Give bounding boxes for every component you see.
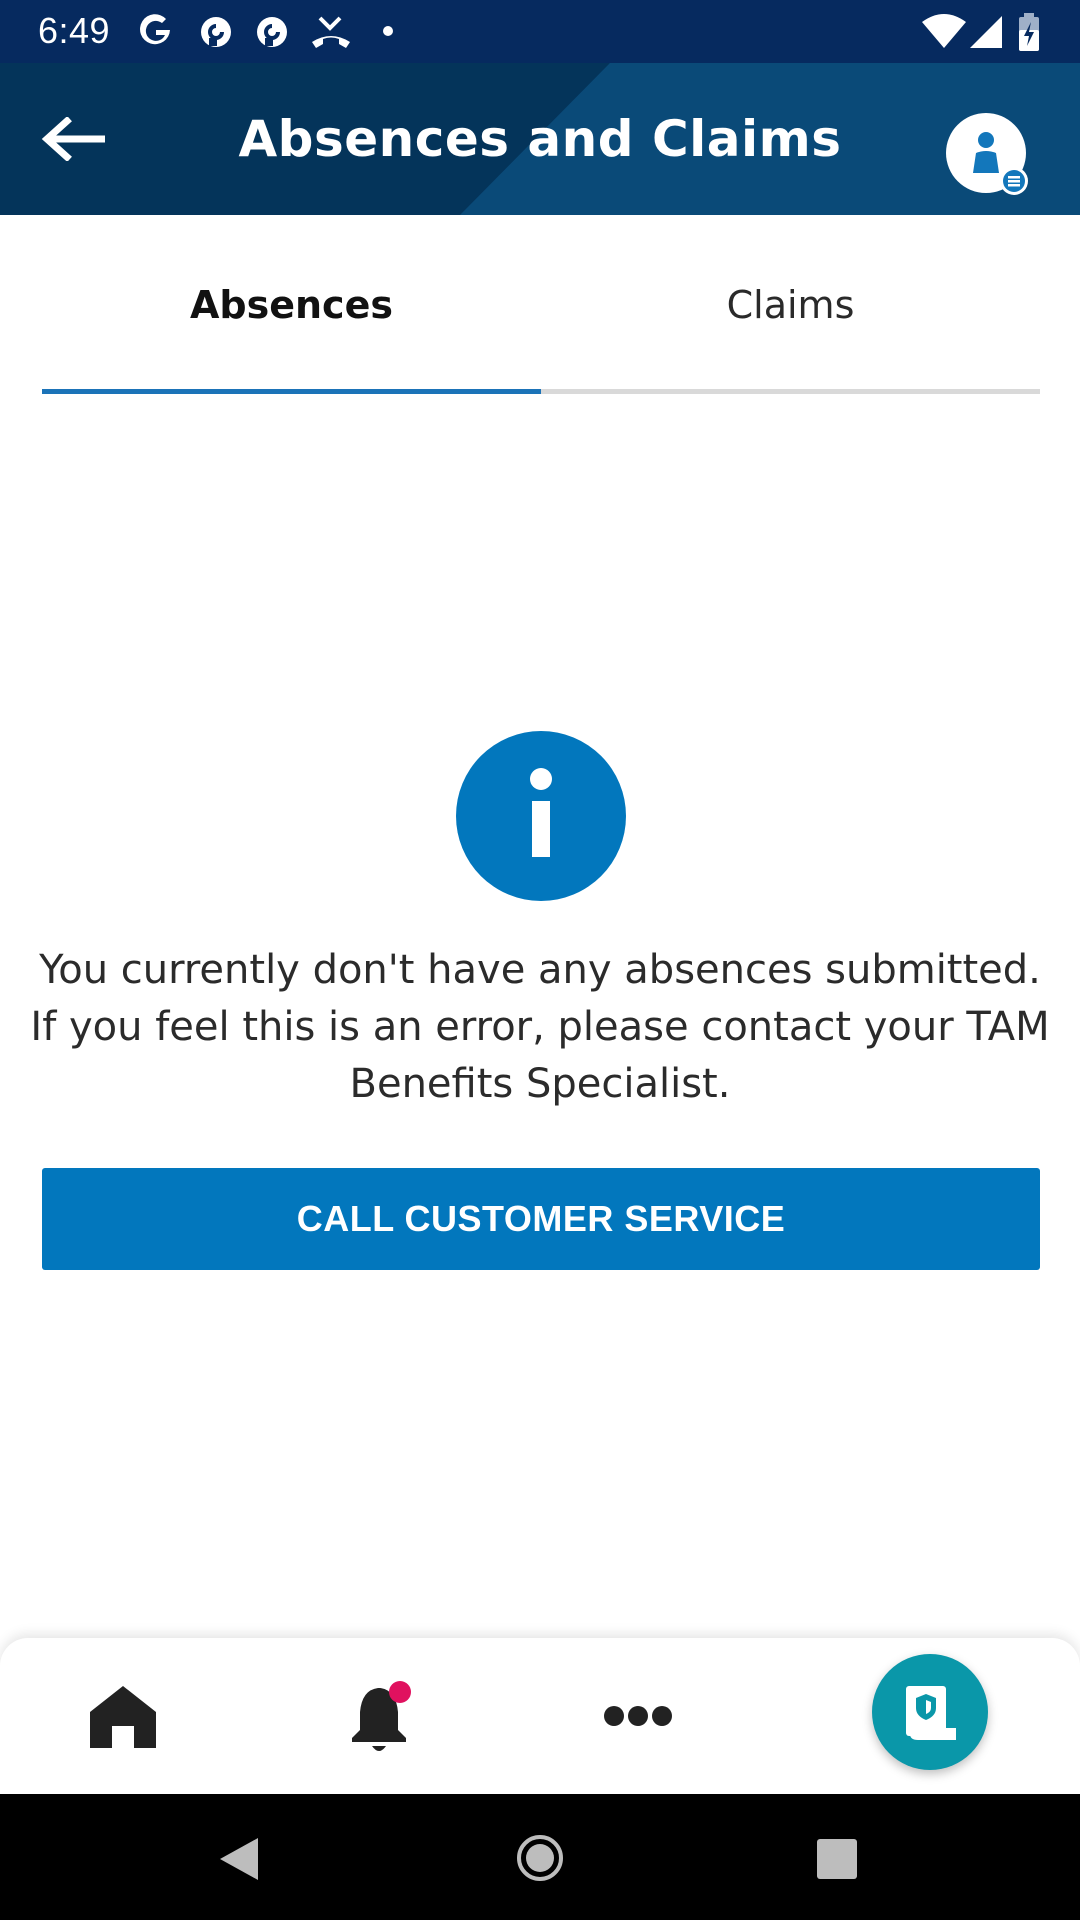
bottom-navigation xyxy=(0,1638,1080,1794)
status-time: 6:49 xyxy=(38,10,111,51)
back-triangle-icon[interactable] xyxy=(216,1836,260,1882)
call-customer-service-button[interactable]: CALL CUSTOMER SERVICE xyxy=(42,1168,1040,1270)
empty-state-message: You currently don't have any absences su… xyxy=(30,947,1050,1107)
app-bar: Absences and Claims xyxy=(0,63,1080,215)
home-icon[interactable] xyxy=(88,1684,158,1750)
tab-claims[interactable]: Claims xyxy=(541,215,1040,395)
claim-document-icon xyxy=(906,1686,956,1740)
notification-badge xyxy=(389,1681,411,1703)
status-bar: 6:49 xyxy=(0,0,1080,63)
wifi-icon xyxy=(922,14,966,48)
page-title: Absences and Claims xyxy=(238,110,842,168)
google-icon xyxy=(140,14,170,45)
claim-fab-button[interactable] xyxy=(872,1654,988,1770)
tab-absences[interactable]: Absences xyxy=(42,215,541,395)
profile-button[interactable] xyxy=(946,113,1028,195)
info-icon xyxy=(456,731,626,901)
signal-icon xyxy=(970,16,1002,48)
home-circle-icon[interactable] xyxy=(516,1834,564,1882)
pocket-casts-icon xyxy=(257,17,287,47)
recents-square-icon[interactable] xyxy=(816,1838,858,1880)
tab-indicator xyxy=(42,389,541,394)
tab-bar: Absences Claims xyxy=(42,215,1040,395)
battery-icon xyxy=(1019,13,1039,51)
more-icon[interactable] xyxy=(604,1704,672,1728)
system-navigation-bar xyxy=(0,1794,1080,1920)
profile-icon xyxy=(946,113,1028,195)
missed-call-icon xyxy=(312,16,350,48)
dot-icon xyxy=(383,26,393,36)
bell-icon[interactable] xyxy=(348,1680,414,1756)
pocket-casts-icon xyxy=(201,17,231,47)
